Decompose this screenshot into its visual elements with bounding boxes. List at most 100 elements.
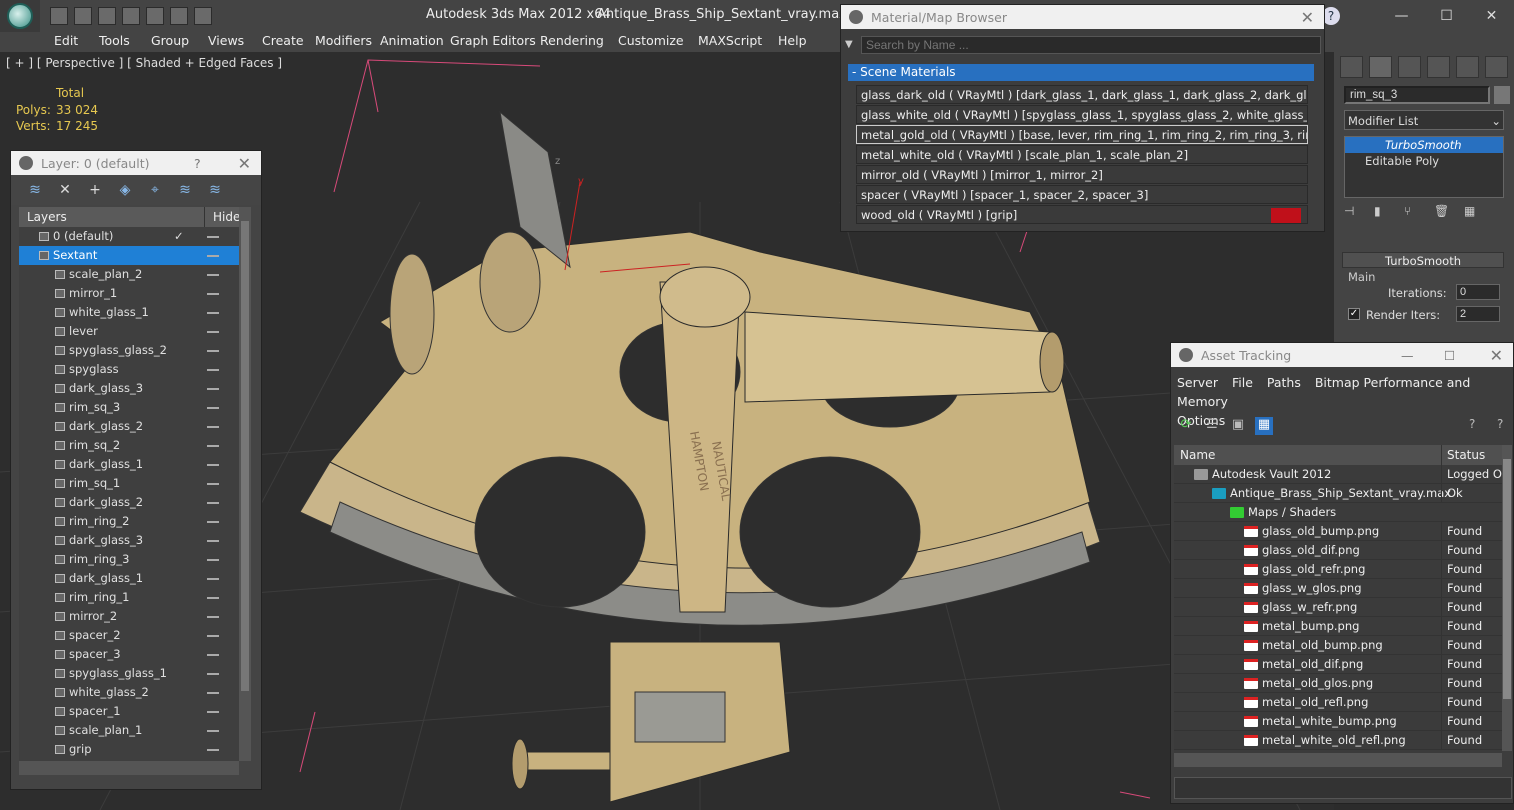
material-list-item[interactable]: metal_gold_old ( VRayMtl ) [base, lever,…: [856, 125, 1308, 144]
turbosmooth-rollout-title[interactable]: TurboSmooth: [1342, 252, 1504, 268]
layer-row[interactable]: white_glass_1: [19, 303, 239, 322]
hide-toggle[interactable]: [207, 369, 219, 371]
render-iters-checkbox[interactable]: ✓: [1348, 308, 1360, 320]
refresh-icon[interactable]: ⟳: [1177, 417, 1195, 435]
configure-sets-icon[interactable]: ▦: [1464, 204, 1478, 220]
layer-row[interactable]: mirror_2: [19, 607, 239, 626]
highlight-layer-icon[interactable]: ⌖: [145, 182, 165, 198]
thumbnail-view-icon[interactable]: ▣: [1229, 417, 1247, 435]
layer-row[interactable]: dark_glass_2: [19, 493, 239, 512]
pin-stack-icon[interactable]: ⊣: [1344, 204, 1358, 220]
col-layers[interactable]: Layers: [27, 210, 67, 224]
col-hide[interactable]: Hide: [204, 207, 240, 227]
project-folder-icon[interactable]: [170, 7, 188, 25]
scroll-thumb[interactable]: [241, 221, 249, 691]
menu-customize[interactable]: Customize: [618, 32, 684, 50]
asset-menu-bitmap[interactable]: Bitmap Performance and Memory: [1177, 375, 1470, 409]
hide-toggle[interactable]: [207, 312, 219, 314]
hide-toggle[interactable]: [207, 331, 219, 333]
layer-row[interactable]: white_glass_2: [19, 683, 239, 702]
material-list-item[interactable]: glass_white_old ( VRayMtl ) [spyglass_gl…: [856, 105, 1308, 124]
menu-group[interactable]: Group: [151, 32, 189, 50]
layer-row[interactable]: mirror_1: [19, 284, 239, 303]
stack-item-editable-poly[interactable]: Editable Poly: [1345, 153, 1503, 169]
menu-maxscript[interactable]: MAXScript: [698, 32, 762, 50]
layer-row[interactable]: spyglass_glass_2: [19, 341, 239, 360]
hide-toggle[interactable]: [207, 407, 219, 409]
layer-row[interactable]: Sextant: [19, 246, 239, 265]
hide-toggle[interactable]: [207, 749, 219, 751]
scroll-thumb[interactable]: [1503, 459, 1511, 699]
layer-row[interactable]: rim_ring_2: [19, 512, 239, 531]
asset-row[interactable]: metal_white_old_refl.png Found: [1174, 731, 1502, 750]
asset-row[interactable]: Maps / Shaders: [1174, 503, 1502, 522]
app-menu-button[interactable]: [0, 0, 40, 32]
asset-row[interactable]: glass_old_bump.png Found: [1174, 522, 1502, 541]
asset-menu-file[interactable]: File: [1232, 375, 1253, 390]
layer-row[interactable]: dark_glass_1: [19, 569, 239, 588]
new-layer-icon[interactable]: ≋: [25, 182, 45, 198]
browser-options-icon[interactable]: ▼: [845, 39, 853, 50]
layer-close-icon[interactable]: ✕: [238, 154, 251, 173]
hide-toggle[interactable]: [207, 274, 219, 276]
menu-edit[interactable]: Edit: [54, 32, 78, 50]
hide-toggle[interactable]: [207, 445, 219, 447]
layer-vertical-scrollbar[interactable]: [239, 207, 251, 761]
material-search-input[interactable]: [861, 36, 1321, 54]
material-list-item[interactable]: wood_old ( VRayMtl ) [grip]: [856, 205, 1308, 224]
layer-row[interactable]: 0 (default) ✓: [19, 227, 239, 246]
asset-menu-paths[interactable]: Paths: [1267, 375, 1301, 390]
hide-toggle[interactable]: [207, 521, 219, 523]
hide-toggle[interactable]: [207, 464, 219, 466]
layer-row[interactable]: scale_plan_1: [19, 721, 239, 740]
hide-toggle[interactable]: [207, 502, 219, 504]
hide-toggle[interactable]: [207, 293, 219, 295]
make-unique-icon[interactable]: ⑂: [1404, 204, 1418, 220]
asset-vertical-scrollbar[interactable]: [1502, 445, 1512, 751]
asset-maximize-button[interactable]: ☐: [1444, 348, 1455, 363]
menu-views[interactable]: Views: [208, 32, 244, 50]
menu-graph-editors[interactable]: Graph Editors: [450, 32, 536, 50]
iterations-spinner[interactable]: [1456, 284, 1500, 300]
menu-help[interactable]: Help: [778, 32, 807, 50]
redo-icon[interactable]: [146, 7, 164, 25]
stack-item-turbosmooth[interactable]: TurboSmooth: [1345, 137, 1503, 153]
remove-modifier-icon[interactable]: 🗑: [1434, 204, 1449, 220]
create-tab-icon[interactable]: [1340, 56, 1363, 78]
active-layer-check-icon[interactable]: ✓: [174, 227, 184, 246]
layer-row[interactable]: spacer_2: [19, 626, 239, 645]
hide-toggle[interactable]: [207, 635, 219, 637]
layer-row[interactable]: spyglass: [19, 360, 239, 379]
hide-toggle[interactable]: [207, 578, 219, 580]
asset-row[interactable]: glass_old_dif.png Found: [1174, 541, 1502, 560]
asset-row[interactable]: metal_old_glos.png Found: [1174, 674, 1502, 693]
material-list-item[interactable]: spacer ( VRayMtl ) [spacer_1, spacer_2, …: [856, 185, 1308, 204]
display-tab-icon[interactable]: [1456, 56, 1479, 78]
material-list-item[interactable]: mirror_old ( VRayMtl ) [mirror_1, mirror…: [856, 165, 1308, 184]
add-to-layer-icon[interactable]: +: [85, 182, 105, 198]
hide-all-icon[interactable]: ≋: [175, 182, 195, 198]
asset-row[interactable]: metal_bump.png Found: [1174, 617, 1502, 636]
hierarchy-tab-icon[interactable]: [1398, 56, 1421, 78]
material-list-item[interactable]: glass_dark_old ( VRayMtl ) [dark_glass_1…: [856, 85, 1308, 104]
hide-toggle[interactable]: [207, 388, 219, 390]
asset-row[interactable]: metal_old_refl.png Found: [1174, 693, 1502, 712]
material-list-item[interactable]: metal_white_old ( VRayMtl ) [scale_plan_…: [856, 145, 1308, 164]
layer-row[interactable]: spyglass_glass_1: [19, 664, 239, 683]
hide-toggle[interactable]: [207, 483, 219, 485]
undo-icon[interactable]: [122, 7, 140, 25]
hide-toggle[interactable]: [207, 540, 219, 542]
asset-help-icon[interactable]: ?: [1469, 417, 1475, 431]
motion-tab-icon[interactable]: [1427, 56, 1450, 78]
asset-row[interactable]: Autodesk Vault 2012 Logged O: [1174, 465, 1502, 484]
show-end-result-icon[interactable]: ▮: [1374, 204, 1388, 220]
delete-layer-icon[interactable]: ✕: [55, 182, 75, 198]
modify-tab-icon[interactable]: [1369, 56, 1392, 78]
col-status[interactable]: Status: [1441, 445, 1485, 465]
hide-toggle[interactable]: [207, 350, 219, 352]
layer-horizontal-scrollbar[interactable]: [19, 761, 239, 775]
layer-help-icon[interactable]: ?: [194, 156, 201, 171]
open-file-icon[interactable]: [74, 7, 92, 25]
asset-row[interactable]: glass_old_refr.png Found: [1174, 560, 1502, 579]
layer-row[interactable]: rim_sq_3: [19, 398, 239, 417]
